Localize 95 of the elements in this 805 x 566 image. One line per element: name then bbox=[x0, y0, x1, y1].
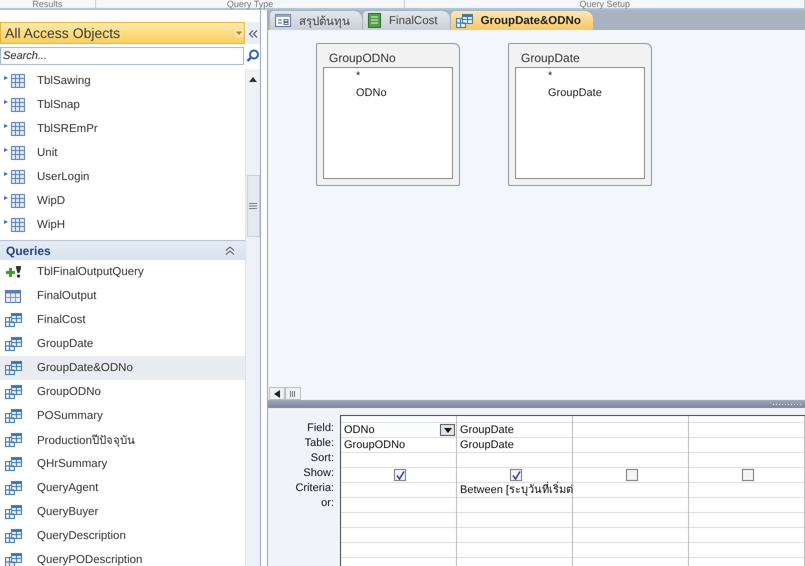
row-label: Table: bbox=[304, 436, 335, 451]
nav-pane-header[interactable]: All Access Objects bbox=[0, 22, 245, 44]
table-cell[interactable]: GroupDate bbox=[460, 438, 514, 452]
query-icon bbox=[456, 14, 473, 28]
table-cell[interactable]: GroupODNo bbox=[344, 438, 406, 452]
select-query-icon bbox=[5, 505, 22, 519]
shutter-bar-button[interactable] bbox=[246, 22, 260, 44]
table-icon bbox=[3, 218, 25, 232]
row-label: Sort: bbox=[310, 451, 335, 466]
scroll-thumb[interactable] bbox=[246, 175, 260, 237]
criteria-cell[interactable]: Between [ระบุวันที่เริ่มต่ bbox=[460, 483, 573, 497]
nav-item[interactable]: QueryPODescription bbox=[0, 548, 245, 566]
nav-item[interactable]: WipD bbox=[0, 189, 245, 213]
field-list-title: GroupDate bbox=[520, 50, 581, 67]
nav-item[interactable]: UserLogin bbox=[0, 165, 245, 189]
nav-item[interactable]: FinalCost bbox=[0, 308, 245, 332]
field-cell[interactable]: ODNo bbox=[341, 422, 456, 438]
table-icon bbox=[3, 170, 25, 184]
caret-icon bbox=[444, 428, 452, 432]
vertical-scrollbar[interactable] bbox=[245, 69, 260, 566]
double-chevron-left-icon bbox=[248, 30, 258, 38]
grip-icon bbox=[773, 402, 803, 406]
make-table-query-icon bbox=[5, 265, 23, 279]
nav-item[interactable]: QHrSummary bbox=[0, 452, 245, 476]
nav-item[interactable]: TblSnap bbox=[0, 93, 245, 117]
scroll-up-arrow-icon[interactable] bbox=[248, 75, 258, 83]
field-name[interactable]: GroupDate bbox=[548, 86, 644, 103]
ribbon-group-label: Results bbox=[0, 0, 96, 8]
table-icon bbox=[3, 194, 25, 208]
dropdown-icon bbox=[234, 28, 244, 38]
row-label: Show: bbox=[302, 466, 335, 481]
ribbon-group-label: Query Setup bbox=[405, 0, 805, 8]
report-icon bbox=[368, 13, 381, 28]
nav-item[interactable]: WipH bbox=[0, 213, 245, 237]
nav-item[interactable]: GroupDate&ODNo bbox=[0, 356, 245, 380]
select-query-icon bbox=[5, 361, 22, 375]
form-icon bbox=[275, 14, 291, 27]
field-cell[interactable]: GroupDate bbox=[457, 422, 572, 438]
field-list-window[interactable]: GroupODNo * ODNo bbox=[316, 43, 460, 186]
nav-item[interactable]: POSummary bbox=[0, 404, 245, 428]
dropdown-button[interactable] bbox=[440, 424, 455, 436]
checkmark-icon bbox=[396, 470, 404, 480]
nav-item[interactable]: QueryBuyer bbox=[0, 500, 245, 524]
grip-icon bbox=[290, 390, 296, 396]
field-list-window[interactable]: GroupDate * GroupDate bbox=[508, 43, 652, 186]
document-tab[interactable]: สรุปต้นทุน bbox=[270, 11, 362, 30]
scroll-left-button[interactable] bbox=[269, 387, 285, 400]
field-name[interactable]: * bbox=[548, 69, 644, 86]
queries-group-header[interactable]: Queries bbox=[0, 240, 245, 260]
field-cell[interactable] bbox=[573, 422, 688, 438]
show-checkbox[interactable] bbox=[510, 469, 522, 481]
collapse-chevron-icon bbox=[225, 246, 235, 255]
nav-item[interactable]: FinalOutput bbox=[0, 284, 245, 308]
select-query-icon bbox=[5, 457, 22, 471]
nav-item[interactable]: TblSawing bbox=[0, 69, 245, 93]
field-name[interactable]: ODNo bbox=[356, 86, 452, 103]
select-query-icon bbox=[5, 553, 22, 566]
table-icon bbox=[3, 98, 25, 112]
nav-item[interactable]: QueryDescription bbox=[0, 524, 245, 548]
select-query-icon bbox=[5, 385, 22, 399]
document-tab[interactable]: GroupDate&ODNo bbox=[450, 11, 593, 30]
row-label: Field: bbox=[306, 421, 335, 436]
table-icon bbox=[3, 122, 25, 136]
scroll-thumb[interactable] bbox=[285, 387, 301, 400]
select-query-icon bbox=[5, 481, 22, 495]
table-icon bbox=[3, 74, 25, 88]
select-query-icon bbox=[5, 433, 22, 447]
select-query-icon bbox=[5, 313, 22, 327]
field-name[interactable]: * bbox=[356, 69, 452, 86]
nav-item[interactable]: Unit bbox=[0, 141, 245, 165]
left-arrow-icon bbox=[274, 390, 280, 398]
ribbon-group-label: Query Type bbox=[96, 0, 406, 8]
grip-icon bbox=[249, 203, 257, 209]
field-cell[interactable] bbox=[689, 422, 804, 438]
datasheet-query-icon bbox=[5, 290, 21, 302]
show-checkbox[interactable] bbox=[742, 469, 754, 481]
show-checkbox[interactable] bbox=[626, 469, 638, 481]
checkmark-icon bbox=[512, 470, 520, 480]
table-icon bbox=[3, 146, 25, 160]
select-query-icon bbox=[5, 409, 22, 423]
select-query-icon bbox=[5, 529, 22, 543]
row-label: Criteria: bbox=[294, 481, 335, 496]
nav-item[interactable]: TblSREmPr bbox=[0, 117, 245, 141]
nav-item[interactable]: GroupODNo bbox=[0, 380, 245, 404]
row-label: or: bbox=[320, 496, 335, 511]
nav-item[interactable]: GroupDate bbox=[0, 332, 245, 356]
document-tab[interactable]: FinalCost bbox=[363, 11, 450, 30]
field-list-title: GroupODNo bbox=[328, 50, 397, 67]
show-checkbox[interactable] bbox=[394, 469, 406, 481]
nav-item[interactable]: QueryAgent bbox=[0, 476, 245, 500]
nav-item[interactable]: Productionปีปัจจุบัน bbox=[0, 428, 245, 452]
select-query-icon bbox=[5, 337, 22, 351]
search-icon[interactable] bbox=[246, 49, 260, 63]
nav-item[interactable]: TblFinalOutputQuery bbox=[0, 260, 245, 284]
search-field[interactable]: Search... bbox=[0, 47, 244, 65]
